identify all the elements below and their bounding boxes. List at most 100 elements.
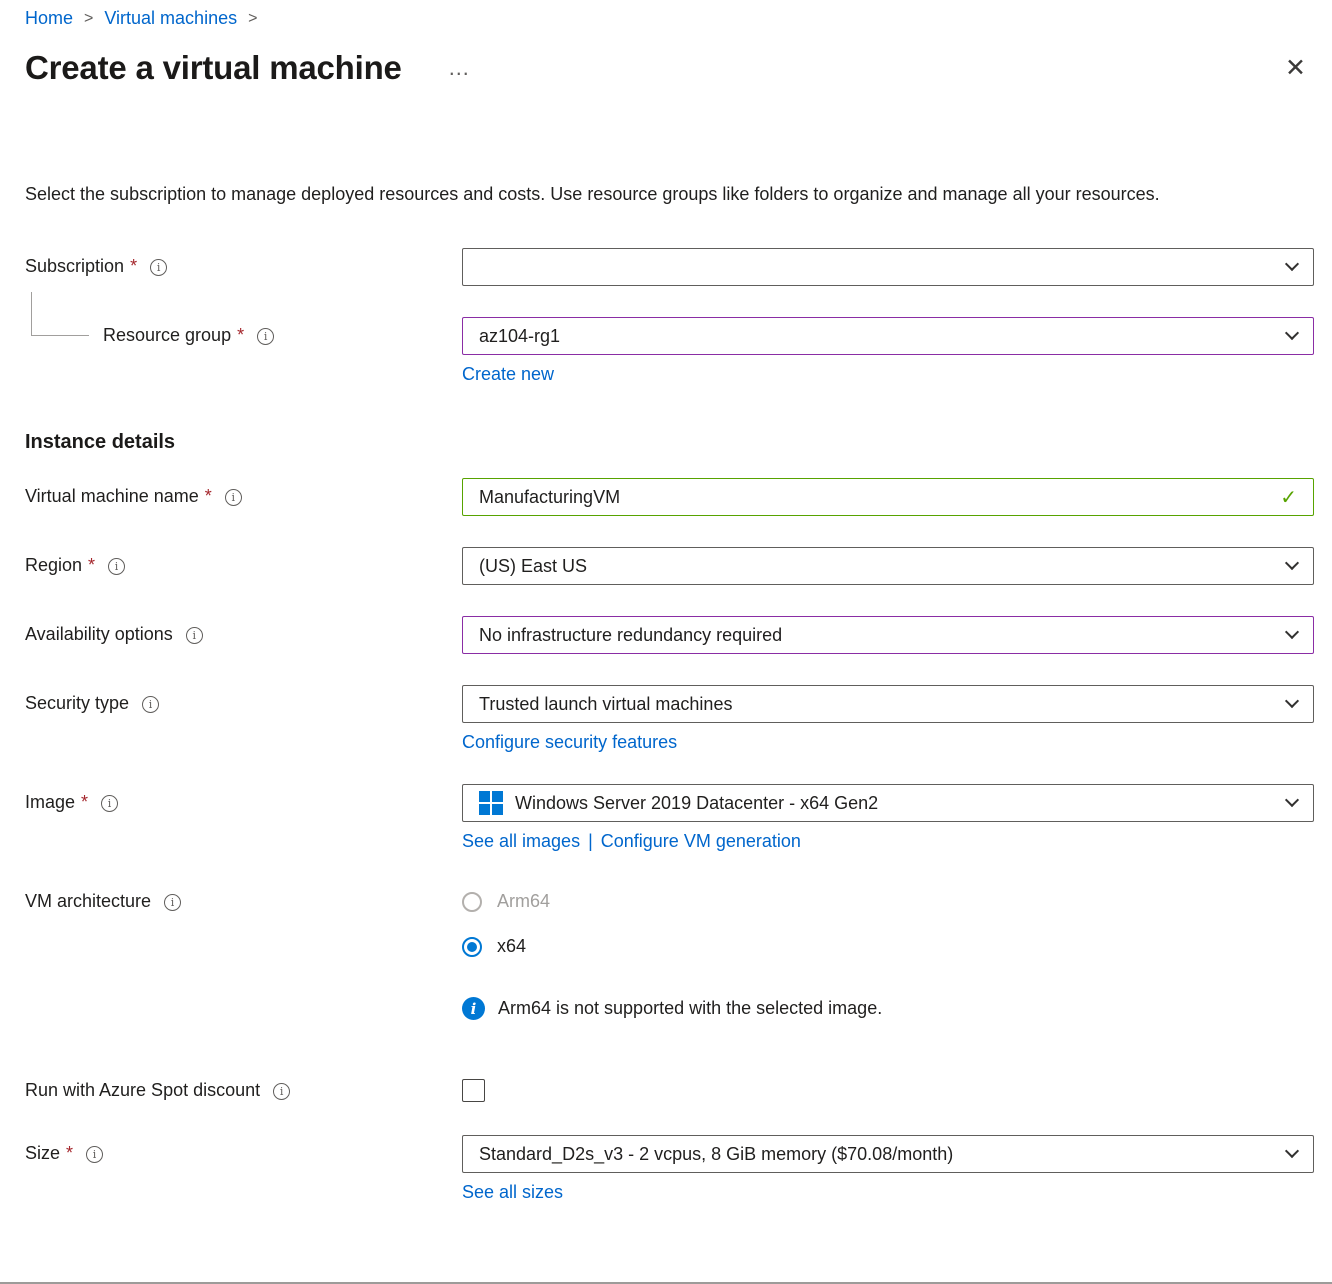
info-icon[interactable]: i xyxy=(86,1146,103,1163)
chevron-down-icon xyxy=(1285,556,1299,570)
more-options-icon[interactable]: … xyxy=(448,55,473,81)
radio-label-arm64: Arm64 xyxy=(497,891,550,912)
radio-option-arm64[interactable]: Arm64 xyxy=(462,889,1314,912)
required-marker: * xyxy=(237,325,244,346)
resource-group-connector xyxy=(31,292,89,336)
vm-architecture-label: VM architecture xyxy=(25,891,151,912)
field-row-vm-architecture: VM architecture i Arm64 x64 i Arm64 is n… xyxy=(25,889,1314,1020)
region-label: Region xyxy=(25,555,82,576)
configure-security-features-link[interactable]: Configure security features xyxy=(462,732,677,753)
image-dropdown[interactable]: Windows Server 2019 Datacenter - x64 Gen… xyxy=(462,784,1314,822)
vm-name-label: Virtual machine name xyxy=(25,486,199,507)
field-row-size: Size * i Standard_D2s_v3 - 2 vcpus, 8 Gi… xyxy=(25,1135,1314,1203)
title-bar: Create a virtual machine … ✕ xyxy=(25,49,1314,87)
info-filled-icon: i xyxy=(462,997,485,1020)
size-label-group: Size * i xyxy=(25,1135,462,1203)
vm-name-label-group: Virtual machine name * i xyxy=(25,478,462,516)
radio-button-arm64[interactable] xyxy=(462,892,482,912)
info-icon[interactable]: i xyxy=(164,894,181,911)
resource-group-label: Resource group xyxy=(103,325,231,346)
instance-details-heading: Instance details xyxy=(25,431,1314,454)
field-row-security-type: Security type i Trusted launch virtual m… xyxy=(25,685,1314,753)
breadcrumb-home[interactable]: Home xyxy=(25,8,73,29)
required-marker: * xyxy=(130,256,137,277)
info-icon[interactable]: i xyxy=(142,696,159,713)
required-marker: * xyxy=(205,486,212,507)
info-icon[interactable]: i xyxy=(101,795,118,812)
resource-group-value: az104-rg1 xyxy=(479,326,1273,347)
configure-vm-generation-link[interactable]: Configure VM generation xyxy=(601,831,801,852)
resource-group-dropdown[interactable]: az104-rg1 xyxy=(462,317,1314,355)
image-label: Image xyxy=(25,792,75,813)
size-value: Standard_D2s_v3 - 2 vcpus, 8 GiB memory … xyxy=(479,1144,1273,1165)
create-vm-page: Home > Virtual machines > Create a virtu… xyxy=(0,0,1332,1203)
radio-option-x64[interactable]: x64 xyxy=(462,934,1314,957)
windows-logo-icon xyxy=(479,791,503,815)
field-row-resource-group: Resource group * i az104-rg1 Create new xyxy=(25,317,1314,385)
region-value: (US) East US xyxy=(479,556,1273,577)
image-label-group: Image * i xyxy=(25,784,462,852)
required-marker: * xyxy=(88,555,95,576)
info-icon[interactable]: i xyxy=(108,558,125,575)
field-row-image: Image * i Windows Server 2019 Datacenter… xyxy=(25,784,1314,852)
required-marker: * xyxy=(81,792,88,813)
region-label-group: Region * i xyxy=(25,547,462,585)
chevron-down-icon xyxy=(1285,625,1299,639)
security-type-dropdown[interactable]: Trusted launch virtual machines xyxy=(462,685,1314,723)
spot-discount-label: Run with Azure Spot discount xyxy=(25,1080,260,1101)
info-icon[interactable]: i xyxy=(257,328,274,345)
security-type-label: Security type xyxy=(25,693,129,714)
radio-label-x64: x64 xyxy=(497,936,526,957)
valid-check-icon: ✓ xyxy=(1280,485,1297,510)
breadcrumb-virtual-machines[interactable]: Virtual machines xyxy=(104,8,237,29)
resource-group-label-group: Resource group * i xyxy=(25,317,462,385)
chevron-down-icon xyxy=(1285,326,1299,340)
security-type-label-group: Security type i xyxy=(25,685,462,753)
page-title: Create a virtual machine xyxy=(25,49,402,87)
info-icon[interactable]: i xyxy=(150,259,167,276)
size-dropdown[interactable]: Standard_D2s_v3 - 2 vcpus, 8 GiB memory … xyxy=(462,1135,1314,1173)
radio-button-x64[interactable] xyxy=(462,937,482,957)
chevron-down-icon xyxy=(1285,257,1299,271)
arm64-info-text: Arm64 is not supported with the selected… xyxy=(498,998,882,1019)
vm-architecture-label-group: VM architecture i xyxy=(25,889,462,1020)
basics-form: Subscription * i Resource group * i xyxy=(25,248,1314,1203)
field-row-vm-name: Virtual machine name * i ManufacturingVM… xyxy=(25,478,1314,516)
see-all-sizes-link[interactable]: See all sizes xyxy=(462,1182,563,1203)
field-row-spot-discount: Run with Azure Spot discount i xyxy=(25,1076,1314,1102)
vm-name-input[interactable]: ManufacturingVM ✓ xyxy=(462,478,1314,516)
availability-options-label-group: Availability options i xyxy=(25,616,462,654)
field-row-region: Region * i (US) East US xyxy=(25,547,1314,585)
info-icon[interactable]: i xyxy=(186,627,203,644)
breadcrumb: Home > Virtual machines > xyxy=(25,0,1314,29)
vm-name-value: ManufacturingVM xyxy=(479,487,1268,508)
link-separator: | xyxy=(588,831,593,852)
info-icon[interactable]: i xyxy=(273,1083,290,1100)
availability-options-dropdown[interactable]: No infrastructure redundancy required xyxy=(462,616,1314,654)
image-links: See all images | Configure VM generation xyxy=(462,831,1314,852)
breadcrumb-separator-icon: > xyxy=(248,9,257,28)
security-type-value: Trusted launch virtual machines xyxy=(479,694,1273,715)
availability-options-value: No infrastructure redundancy required xyxy=(479,625,1273,646)
chevron-down-icon xyxy=(1285,1144,1299,1158)
availability-options-label: Availability options xyxy=(25,624,173,645)
subscription-dropdown[interactable] xyxy=(462,248,1314,286)
subscription-label-group: Subscription * i xyxy=(25,248,462,286)
chevron-down-icon xyxy=(1285,694,1299,708)
close-icon[interactable]: ✕ xyxy=(1285,56,1306,81)
size-label: Size xyxy=(25,1143,60,1164)
arm64-info-message: i Arm64 is not supported with the select… xyxy=(462,997,1314,1020)
field-row-availability-options: Availability options i No infrastructure… xyxy=(25,616,1314,654)
breadcrumb-separator-icon: > xyxy=(84,9,93,28)
spot-discount-label-group: Run with Azure Spot discount i xyxy=(25,1076,462,1102)
create-new-resource-group-link[interactable]: Create new xyxy=(462,364,554,385)
region-dropdown[interactable]: (US) East US xyxy=(462,547,1314,585)
intro-text: Select the subscription to manage deploy… xyxy=(25,179,1303,210)
spot-discount-checkbox[interactable] xyxy=(462,1079,485,1102)
info-icon[interactable]: i xyxy=(225,489,242,506)
chevron-down-icon xyxy=(1285,793,1299,807)
see-all-images-link[interactable]: See all images xyxy=(462,831,580,852)
image-value: Windows Server 2019 Datacenter - x64 Gen… xyxy=(515,793,1273,814)
subscription-label: Subscription xyxy=(25,256,124,277)
field-row-subscription: Subscription * i xyxy=(25,248,1314,286)
